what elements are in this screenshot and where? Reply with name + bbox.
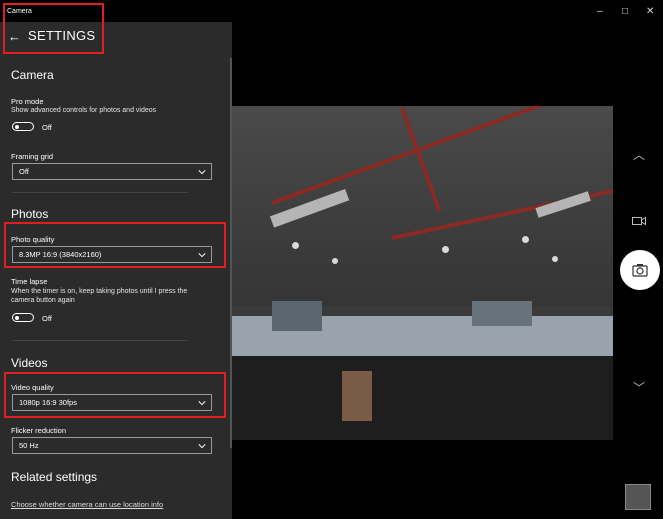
time-lapse-state: Off <box>42 314 52 323</box>
blurred-person <box>342 371 372 421</box>
flicker-reduction-value: 50 Hz <box>19 441 39 450</box>
flicker-reduction-select[interactable]: 50 Hz <box>12 437 212 454</box>
ceiling-light <box>552 256 558 262</box>
time-lapse-description-line2: camera button again <box>11 297 75 304</box>
camera-preview <box>232 106 613 440</box>
pro-mode-toggle[interactable] <box>12 122 34 131</box>
videos-heading: Videos <box>11 356 48 370</box>
flicker-reduction-label: Flicker reduction <box>11 426 67 435</box>
ceiling-light <box>332 258 338 264</box>
photo-quality-highlight <box>4 222 226 268</box>
pro-mode-description: Show advanced controls for photos and vi… <box>11 107 157 114</box>
header-highlight <box>3 3 104 54</box>
close-button[interactable]: ✕ <box>646 6 654 17</box>
time-lapse-label: Time lapse <box>11 277 48 286</box>
ceiling-light <box>292 242 299 249</box>
pro-mode-label: Pro mode <box>11 97 44 106</box>
camera-heading: Camera <box>11 68 54 82</box>
pro-mode-state: Off <box>42 123 52 132</box>
toggle-knob <box>15 315 19 320</box>
framing-grid-select[interactable]: Off <box>12 163 212 180</box>
related-settings-heading: Related settings <box>11 470 98 484</box>
video-camera-icon[interactable] <box>632 216 646 226</box>
framing-grid-value: Off <box>19 167 29 176</box>
location-settings-link[interactable]: Choose whether camera can use location i… <box>11 500 163 509</box>
ceiling-light <box>442 246 449 253</box>
divider <box>12 192 188 193</box>
blurred-area <box>472 301 532 326</box>
shutter-button[interactable] <box>620 250 660 290</box>
photo-thumbnail[interactable] <box>625 484 651 510</box>
divider <box>12 340 188 341</box>
toggle-knob <box>15 124 19 129</box>
camera-icon <box>632 264 648 277</box>
framing-grid-label: Framing grid <box>11 152 54 161</box>
minimize-button[interactable]: – <box>597 6 603 17</box>
chevron-down-icon[interactable]: ﹀ <box>633 379 645 396</box>
photos-heading: Photos <box>11 207 49 221</box>
video-quality-highlight <box>4 372 226 418</box>
time-lapse-toggle[interactable] <box>12 313 34 322</box>
maximize-button[interactable]: □ <box>622 6 628 17</box>
chevron-down-icon <box>198 170 206 175</box>
ceiling-light <box>522 236 529 243</box>
chevron-down-icon <box>198 444 206 449</box>
chevron-up-icon[interactable]: ︿ <box>633 146 645 163</box>
desks-area <box>232 356 613 440</box>
blurred-area <box>272 301 322 331</box>
